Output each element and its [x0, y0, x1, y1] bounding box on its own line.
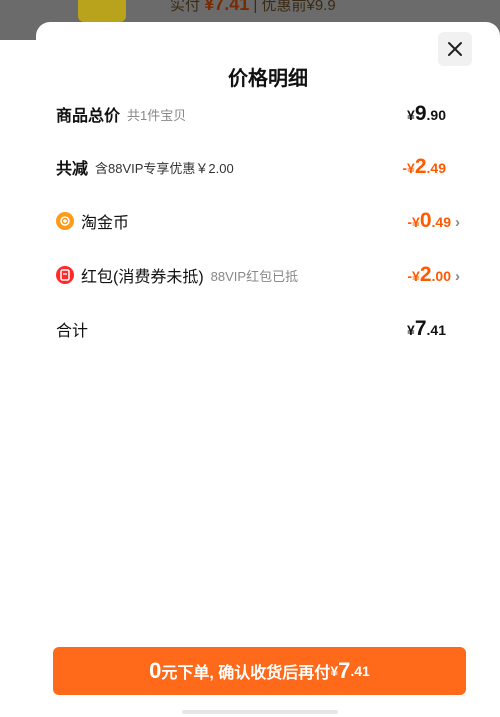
taojinbi-amount: -¥ 0 .49 › — [407, 209, 460, 232]
bg-pay-amount: ¥7.41 — [204, 0, 250, 14]
cta-currency: ¥ — [330, 663, 339, 679]
row-taojinbi[interactable]: 淘金币 -¥ 0 .49 › — [56, 208, 460, 234]
sheet-title: 价格明细 — [228, 68, 308, 90]
total-label: 合计 — [56, 323, 89, 340]
red-packet-icon — [56, 266, 74, 284]
red-packet-amount: -¥ 2 .00 › — [407, 263, 460, 286]
close-icon — [448, 42, 462, 56]
chevron-right-icon: › — [455, 214, 460, 231]
row-total-goods: 商品总价 共1件宝贝 ¥ 9 .90 — [56, 101, 446, 127]
total-discount-amount: -¥ 2 .49 — [402, 155, 446, 178]
background-price-text: 实付 ¥7.41 | 优惠前¥9.9 — [170, 0, 336, 15]
vip-red-packet-note: 88VIP红包已抵 — [210, 268, 299, 284]
bg-original-price: | 优惠前¥9.9 — [253, 0, 336, 14]
row-total-discount: 共减 含88VIP专享优惠￥2.00 -¥ 2 .49 — [56, 154, 446, 180]
red-packet-label: 红包(消费券未抵) — [81, 269, 204, 286]
total-goods-label: 商品总价 — [56, 108, 121, 125]
pay-later-button[interactable]: 0 元下单, 确认收货后再付 ¥ 7 .41 — [53, 647, 466, 695]
cta-integer: 7 — [338, 658, 351, 683]
home-indicator — [182, 710, 338, 714]
cta-decimal: .41 — [350, 663, 370, 679]
product-thumbnail — [78, 0, 126, 22]
cta-zero: 0 — [149, 658, 162, 683]
total-goods-amount: ¥ 9 .90 — [407, 102, 446, 125]
taojinbi-label: 淘金币 — [81, 215, 130, 232]
gold-coin-icon — [56, 212, 74, 230]
bg-pay-label: 实付 — [170, 0, 201, 14]
cta-text: 元下单, 确认收货后再付 — [161, 665, 331, 682]
chevron-right-icon: › — [455, 268, 460, 285]
row-total: 合计 ¥ 7 .41 — [56, 316, 446, 342]
total-discount-label: 共减 — [56, 161, 89, 178]
row-red-packet[interactable]: 红包(消费券未抵) 88VIP红包已抵 -¥ 2 .00 › — [56, 262, 460, 288]
vip-discount-note: 含88VIP专享优惠￥2.00 — [95, 160, 234, 176]
total-amount: ¥ 7 .41 — [407, 317, 446, 340]
close-button[interactable] — [438, 32, 472, 66]
item-count: 共1件宝贝 — [127, 107, 187, 123]
